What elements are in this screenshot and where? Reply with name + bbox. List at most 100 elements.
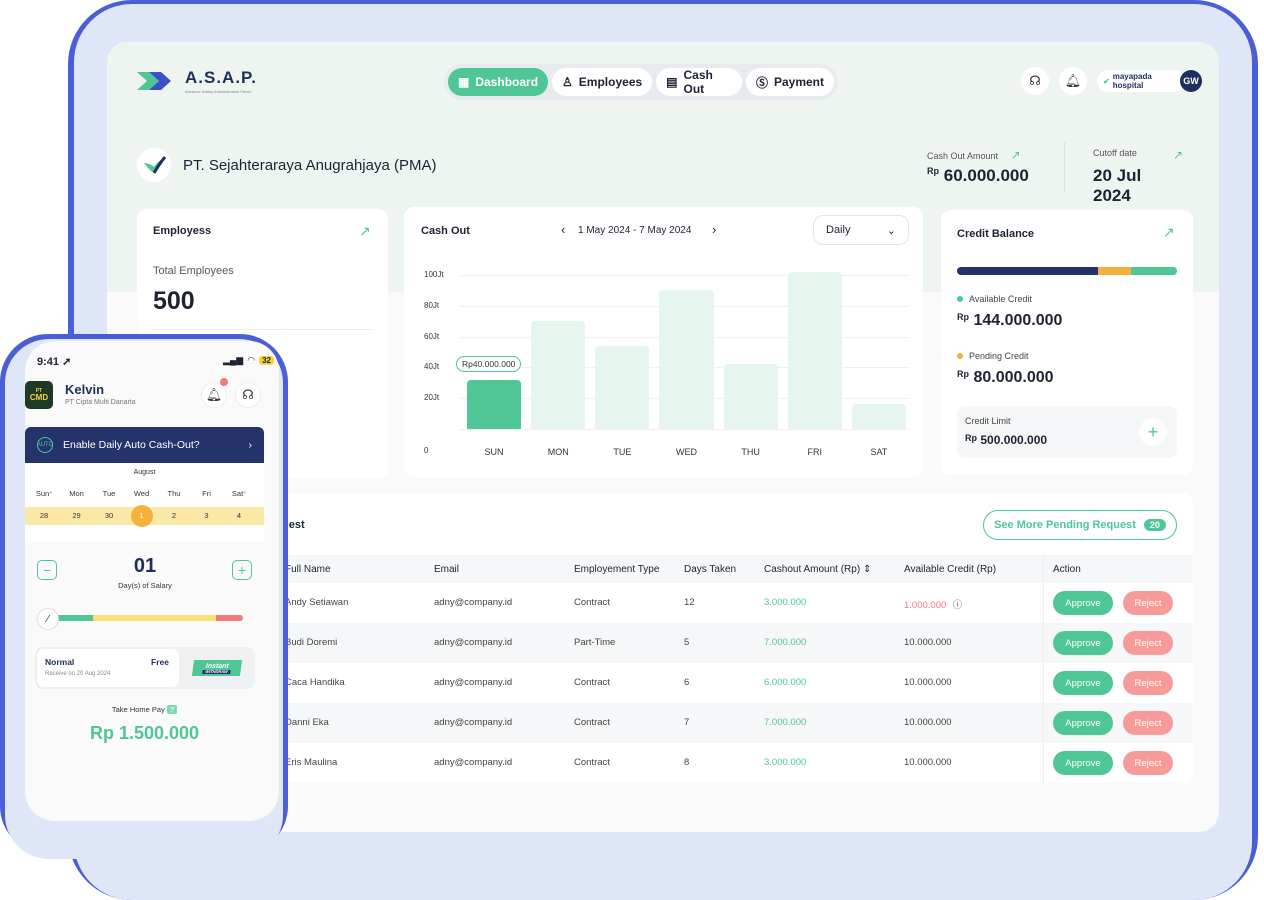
cell-credit: 10.000.000 [904, 757, 952, 768]
divider [1064, 142, 1065, 192]
arrow-up-right-icon[interactable]: ↗ [1163, 224, 1175, 241]
approve-button[interactable]: Approve [1053, 711, 1113, 735]
bar-fri[interactable] [787, 271, 842, 429]
calendar-date[interactable]: 4 [224, 511, 254, 520]
cell-amount: 7.000.000 [764, 717, 807, 728]
col-cashout-amount-label: Cashout Amount (Rp) [764, 564, 861, 575]
bar-sat[interactable] [851, 404, 906, 429]
available-credit-text: Available Credit [969, 294, 1032, 304]
available-credit-label: Available Credit [957, 294, 1032, 304]
cell-amount: 7.000.000 [764, 637, 807, 648]
credit-bar-available [957, 267, 1098, 275]
reject-button[interactable]: Reject [1123, 751, 1173, 775]
auto-cashout-banner[interactable]: AUTO Enable Daily Auto Cash-Out? › [25, 427, 264, 463]
arrow-up-right-icon: ↗ [1010, 148, 1021, 162]
bar-mon[interactable] [531, 321, 586, 429]
credit-bar-pending [1097, 267, 1131, 275]
option-instant[interactable]: Instant WITHDRAW [191, 660, 243, 676]
nav-dashboard[interactable]: ▦ Dashboard [448, 68, 549, 96]
info-icon[interactable]: ? [166, 705, 178, 714]
reject-button[interactable]: Reject [1123, 591, 1173, 615]
cashout-currency: Rp [927, 166, 939, 176]
credit-balance-bar [957, 267, 1177, 275]
nav-payment[interactable]: Ⓢ Payment [745, 68, 834, 96]
increase-days-button[interactable]: + [232, 560, 252, 580]
col-employment-type: Employement Type [574, 564, 660, 575]
nav-employees[interactable]: ♙ Employees [552, 68, 653, 96]
pending-credit-currency: Rp [957, 369, 969, 379]
calendar-date[interactable]: 30 [94, 511, 124, 520]
cell-days: 6 [684, 677, 690, 688]
cutoff-date-stat[interactable]: Cutoff date ↗ 20 Jul 2024 [1093, 148, 1183, 206]
bar-thu[interactable] [723, 364, 778, 429]
calendar-date[interactable]: 2 [159, 511, 189, 520]
cell-type: Contract [574, 717, 610, 728]
credit-balance-title: Credit Balance [957, 228, 1035, 240]
col-cashout-amount[interactable]: Cashout Amount (Rp) ⇕ [764, 564, 871, 575]
approve-button[interactable]: Approve [1053, 591, 1113, 615]
bar-tue[interactable] [595, 345, 650, 429]
leaf-icon: ✔ [1103, 76, 1110, 86]
reject-button[interactable]: Reject [1123, 711, 1173, 735]
headset-icon[interactable]: ☊ [1021, 67, 1049, 95]
dot-icon [957, 296, 963, 302]
receipt-icon: ▤ [666, 75, 678, 89]
pending-count-badge: 20 [1143, 519, 1166, 531]
cell-type: Part-Time [574, 637, 616, 648]
approve-button[interactable]: Approve [1053, 751, 1113, 775]
cell-name: Andy Setiawan [285, 597, 349, 608]
cell-email: adny@company.id [434, 597, 513, 608]
decrease-days-button[interactable]: − [37, 560, 57, 580]
calendar-date[interactable]: 3 [192, 511, 222, 520]
cell-credit-value: 1.000.000 [904, 600, 947, 611]
cashout-amount-value: 60.000.000 [943, 166, 1029, 185]
banner-text: Enable Daily Auto Cash-Out? [63, 439, 200, 451]
slider-icon: ⁄ [47, 613, 49, 625]
dollar-icon: Ⓢ [755, 75, 768, 90]
bar-wed[interactable] [659, 290, 714, 429]
weekday-label: Sat* [231, 489, 247, 498]
weekday-label: Tue [102, 489, 116, 498]
company-name: PT. Sejahteraraya Anugrahjaya (PMA) [183, 156, 437, 174]
calendar-date[interactable]: 1 [130, 505, 153, 527]
x-tick-label: TUE [613, 447, 632, 457]
pending-credit-value: 80.000.000 [973, 369, 1054, 386]
x-tick-label: SAT [870, 447, 888, 457]
withdraw-options: Normal Free Receive on 20 Aug 2024 Insta… [35, 647, 255, 689]
col-action: Action [1053, 564, 1081, 575]
partner-name: mayapada hospital [1112, 72, 1152, 90]
battery-icon: 32 [259, 356, 274, 365]
cell-credit: 10.000.000 [904, 677, 952, 688]
calendar-date[interactable]: 28 [29, 511, 59, 520]
brand-logo[interactable]: A.S.A.P. Advance Salary Administration P… [135, 68, 257, 94]
weekday-label: Sun* [35, 489, 53, 498]
cell-credit-value: 10.000.000 [904, 677, 952, 688]
x-tick-label: THU [741, 447, 760, 457]
arrow-up-right-icon[interactable]: ↗ [359, 223, 371, 240]
cell-name: Danni Eka [285, 717, 329, 728]
cashout-amount-stat[interactable]: Cash Out Amount ↗ Rp 60.000.000 [927, 148, 1029, 186]
days-label: Day(s) of Salary [118, 581, 172, 590]
nav-cash-out[interactable]: ▤ Cash Out [656, 68, 742, 96]
status-time: 9:41 ➚ [37, 356, 72, 368]
add-credit-button[interactable]: + [1139, 418, 1167, 446]
cutoff-date-value: 20 Jul 2024 [1093, 166, 1142, 205]
see-more-button[interactable]: See More Pending Request 20 [983, 510, 1177, 540]
option-receive-date: Receive on 20 Aug 2024 [45, 671, 111, 677]
calendar-date[interactable]: 29 [62, 511, 92, 520]
headset-icon[interactable]: ☊ [235, 382, 261, 408]
bell-icon[interactable]: 🔔︎ [1059, 67, 1087, 95]
col-available-credit: Available Credit (Rp) [904, 564, 997, 575]
slider-handle[interactable]: ⁄ [37, 608, 59, 630]
y-tick-label: 100Jt [424, 270, 444, 279]
reject-button[interactable]: Reject [1123, 671, 1173, 695]
bar-sun[interactable] [467, 379, 522, 429]
reject-button[interactable]: Reject [1123, 631, 1173, 655]
option-normal[interactable]: Normal Free Receive on 20 Aug 2024 [37, 649, 179, 687]
info-icon[interactable]: ⓘ [953, 600, 963, 611]
avatar[interactable]: GW [1180, 70, 1202, 92]
approve-button[interactable]: Approve [1053, 631, 1113, 655]
total-employees-label: Total Employees [153, 265, 234, 277]
cell-email: adny@company.id [434, 757, 513, 768]
approve-button[interactable]: Approve [1053, 671, 1113, 695]
